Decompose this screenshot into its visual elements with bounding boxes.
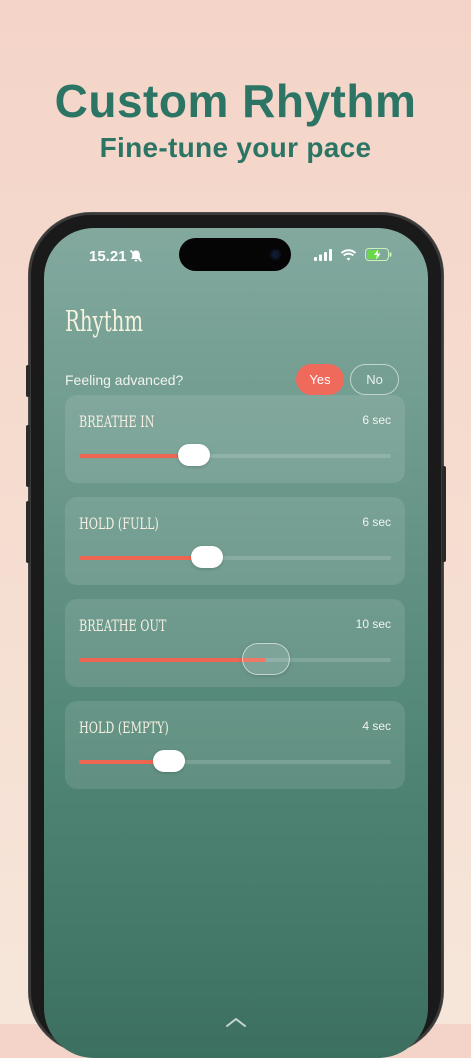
yes-button[interactable]: Yes (296, 364, 344, 395)
cellular-signal-icon (314, 248, 332, 266)
app-screen: 15.21 Rhythm Feeling advanced? Yes No BR… (44, 228, 428, 1058)
screen-title: Rhythm (65, 304, 144, 338)
slider-fill (79, 556, 207, 560)
slider-track[interactable] (79, 750, 391, 772)
slider-label: HOLD (EMPTY) (79, 718, 169, 737)
slider-value: 4 sec (362, 719, 391, 733)
slider-card-hold-empty: HOLD (EMPTY) 4 sec (65, 701, 405, 789)
wifi-icon (340, 248, 357, 266)
battery-charging-icon (365, 248, 392, 266)
chevron-up-icon[interactable] (225, 1015, 247, 1033)
slider-label: BREATHE IN (79, 412, 155, 431)
slider-track[interactable] (79, 643, 391, 675)
bell-slash-icon (129, 249, 143, 268)
slider-value: 6 sec (362, 413, 391, 427)
promo-title: Custom Rhythm (54, 75, 417, 127)
phone-frame: 15.21 Rhythm Feeling advanced? Yes No BR… (26, 213, 446, 1058)
advanced-question: Feeling advanced? (65, 372, 184, 388)
slider-track[interactable] (79, 546, 391, 568)
slider-track[interactable] (79, 444, 391, 466)
promo-subtitle: Fine-tune your pace (99, 132, 372, 163)
dynamic-island (179, 238, 291, 271)
slider-label: BREATHE OUT (79, 616, 167, 635)
slider-card-breathe-in: BREATHE IN 6 sec (65, 395, 405, 483)
slider-thumb[interactable] (153, 750, 186, 772)
slider-label: HOLD (FULL) (79, 514, 159, 533)
status-icons (314, 248, 392, 266)
volume-up-button (26, 425, 30, 487)
slider-thumb[interactable] (178, 444, 211, 466)
slider-fill (79, 658, 267, 662)
power-button (442, 466, 446, 562)
slider-thumb[interactable] (242, 643, 291, 675)
volume-down-button (26, 501, 30, 563)
slider-fill (79, 454, 195, 458)
camera-icon (270, 249, 281, 260)
no-button[interactable]: No (350, 364, 399, 395)
slider-card-breathe-out: BREATHE OUT 10 sec (65, 599, 405, 687)
action-button (26, 365, 30, 397)
status-time: 15.21 (89, 248, 127, 265)
slider-value: 10 sec (355, 617, 391, 631)
slider-thumb[interactable] (190, 546, 223, 568)
slider-value: 6 sec (362, 515, 391, 529)
slider-card-hold-full: HOLD (FULL) 6 sec (65, 497, 405, 585)
